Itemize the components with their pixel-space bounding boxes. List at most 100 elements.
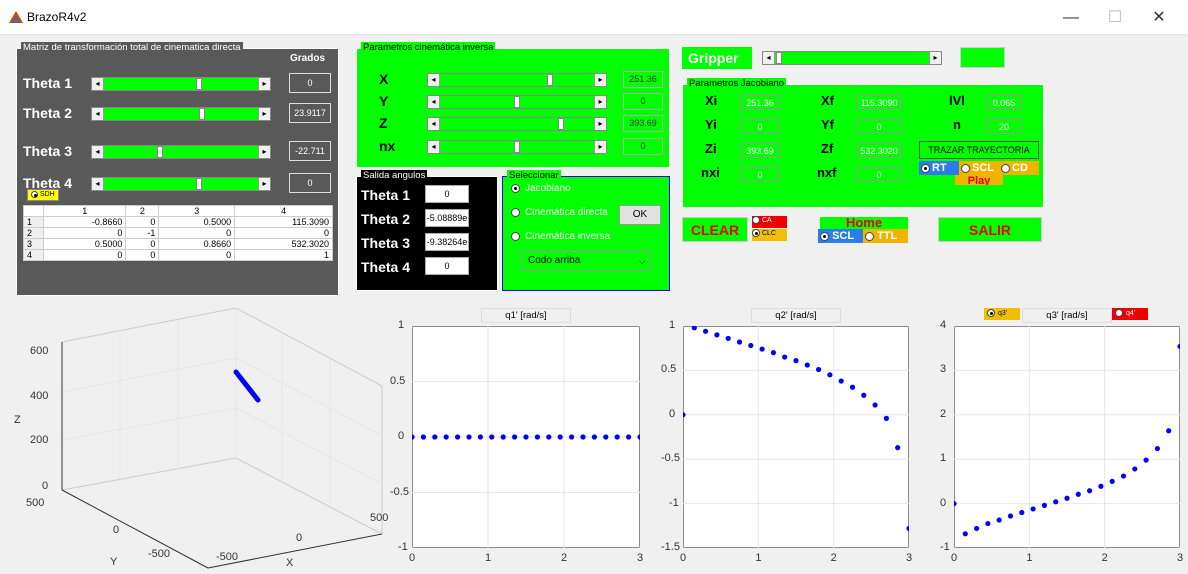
data-point (1098, 483, 1104, 489)
radio-icon[interactable] (921, 163, 930, 173)
arrow-left-icon[interactable]: ◂ (92, 178, 104, 190)
arrow-right-icon[interactable]: ▸ (594, 96, 606, 108)
nxi-value[interactable]: 0 (741, 167, 779, 182)
minimize-button[interactable]: — (1054, 6, 1088, 30)
ok-button[interactable]: OK (619, 205, 661, 225)
slider-thumb[interactable] (157, 146, 164, 158)
table-cell: 0.8660 (158, 238, 236, 250)
xi-value[interactable]: 251.36 (741, 95, 779, 110)
arrow-left-icon[interactable]: ◂ (428, 96, 440, 108)
arrow-right-icon[interactable]: ▸ (594, 118, 606, 130)
fk-theta-slider[interactable]: ◂ ▸ (91, 177, 271, 191)
radio-icon[interactable] (511, 207, 520, 217)
gripper-slider[interactable]: ◂ ▸ (762, 51, 942, 65)
matlab-icon (9, 11, 23, 23)
sdh-radio[interactable]: SDH (27, 189, 59, 201)
arrow-left-icon[interactable]: ◂ (428, 118, 440, 130)
q3-radio[interactable]: q3' (984, 308, 1020, 320)
select-option[interactable]: Jacobiano (511, 183, 571, 194)
table-row: 3 0.5000 0 0.8660 532.3020 (23, 238, 333, 250)
yi-value[interactable]: 0 (741, 119, 779, 134)
trazar-trayectoria-button[interactable]: TRAZAR TRAYECTORIA (919, 141, 1039, 159)
yf-value[interactable]: 0 (857, 119, 901, 134)
radio-icon[interactable] (961, 163, 970, 173)
scl-radio[interactable]: SCL (959, 161, 999, 175)
scl-radio[interactable]: SCL (818, 229, 863, 243)
ik-value[interactable]: 0 (623, 138, 663, 155)
slider-thumb[interactable] (514, 96, 520, 108)
fk-theta-slider[interactable]: ◂ ▸ (91, 77, 271, 91)
rt-radio[interactable]: RT (919, 161, 959, 175)
arrow-left-icon[interactable]: ◂ (428, 74, 440, 86)
arrow-right-icon[interactable]: ▸ (594, 74, 606, 86)
slider-thumb[interactable] (514, 141, 520, 153)
ik-value[interactable]: 0 (623, 93, 663, 110)
elbow-dropdown[interactable]: Codo arriba ⌵ (521, 251, 651, 271)
slider-thumb[interactable] (776, 52, 782, 64)
arrow-left-icon[interactable]: ◂ (92, 146, 104, 158)
arrow-right-icon[interactable]: ▸ (258, 146, 270, 158)
home-button[interactable]: Home (820, 216, 908, 229)
data-point (714, 332, 720, 338)
output-theta-value[interactable]: -9.38264e (425, 233, 469, 251)
fk-theta-value[interactable]: 0 (289, 173, 331, 193)
ik-value[interactable]: 393.69 (623, 115, 663, 132)
arrow-right-icon[interactable]: ▸ (594, 141, 606, 153)
play-button[interactable]: Play (955, 175, 1003, 185)
select-option-label: Cinemática directa (525, 207, 608, 218)
ca-radio[interactable]: CA (752, 216, 787, 228)
z-tick: 0 (42, 480, 49, 492)
nxf-value[interactable]: 0 (857, 167, 901, 182)
fk-theta-value[interactable]: 0 (289, 73, 331, 93)
n-value[interactable]: 20 (987, 119, 1021, 134)
salir-button[interactable]: SALIR (938, 217, 1042, 242)
radio-icon[interactable] (1001, 163, 1010, 173)
clear-button[interactable]: CLEAR (682, 217, 748, 242)
slider-thumb[interactable] (198, 108, 205, 120)
v-value[interactable]: 0.065 (987, 95, 1021, 110)
arrow-right-icon[interactable]: ▸ (258, 78, 270, 90)
arrow-left-icon[interactable]: ◂ (92, 78, 104, 90)
ik-slider[interactable]: ◂ ▸ (427, 117, 607, 131)
maximize-button[interactable]: ☐ (1098, 6, 1132, 30)
radio-icon[interactable] (1115, 309, 1123, 318)
zi-value[interactable]: 393.69 (741, 143, 779, 158)
arrow-right-icon[interactable]: ▸ (258, 108, 270, 120)
xf-value[interactable]: 115.3090 (857, 95, 901, 110)
radio-icon[interactable] (511, 231, 520, 241)
cd-radio[interactable]: CD (999, 161, 1039, 175)
fk-theta-slider[interactable]: ◂ ▸ (91, 107, 271, 121)
data-point (523, 434, 529, 440)
clc-radio[interactable]: CLC (752, 229, 787, 241)
q4-radio[interactable]: q4' (1112, 308, 1148, 320)
output-theta-value[interactable]: -5.08889e (425, 209, 469, 227)
slider-thumb[interactable] (558, 118, 565, 130)
arrow-left-icon[interactable]: ◂ (763, 52, 775, 64)
ttl-radio[interactable]: TTL (863, 229, 908, 243)
y-tick-label: 1 (940, 452, 947, 465)
fk-theta-value[interactable]: 23.9117 (289, 103, 331, 123)
slider-thumb[interactable] (546, 74, 553, 86)
arrow-left-icon[interactable]: ◂ (92, 108, 104, 120)
ik-slider[interactable]: ◂ ▸ (427, 73, 607, 87)
select-option[interactable]: Cinemática inversa (511, 231, 610, 242)
radio-icon[interactable] (987, 309, 995, 318)
slider-thumb[interactable] (195, 78, 202, 90)
ik-slider[interactable]: ◂ ▸ (427, 95, 607, 109)
slider-thumb[interactable] (195, 178, 202, 190)
output-theta-value[interactable]: 0 (425, 185, 469, 203)
close-button[interactable]: ✕ (1142, 6, 1176, 30)
data-point (962, 531, 968, 537)
ik-slider[interactable]: ◂ ▸ (427, 140, 607, 154)
fk-theta-slider[interactable]: ◂ ▸ (91, 145, 271, 159)
arrow-right-icon[interactable]: ▸ (258, 178, 270, 190)
fk-theta-value[interactable]: -22.711 (289, 141, 331, 161)
table-cell: -0.8660 (42, 216, 127, 228)
radio-icon[interactable] (511, 183, 520, 193)
select-option[interactable]: Cinemática directa (511, 207, 608, 218)
zf-value[interactable]: 532.3020 (857, 143, 901, 158)
ik-value[interactable]: 251.36 (623, 71, 663, 88)
output-theta-value[interactable]: 0 (425, 257, 469, 275)
arrow-right-icon[interactable]: ▸ (929, 52, 941, 64)
arrow-left-icon[interactable]: ◂ (428, 141, 440, 153)
